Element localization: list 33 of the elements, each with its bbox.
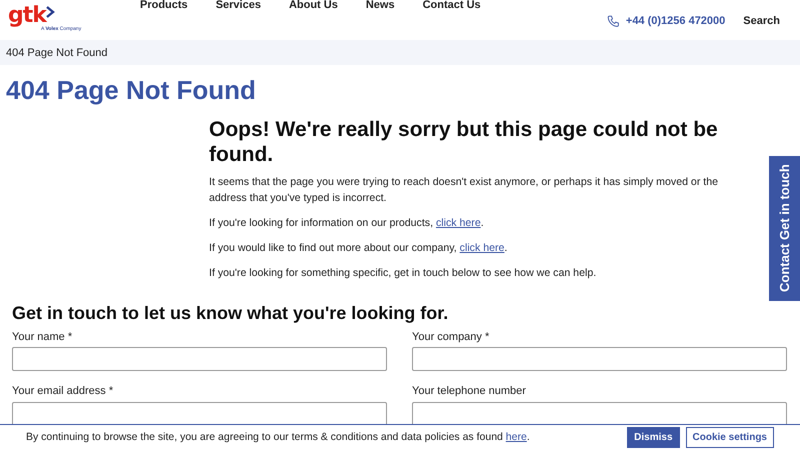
- page-title: 404 Page Not Found: [6, 75, 257, 105]
- field-label: Your company *: [412, 330, 490, 345]
- nav-link[interactable]: About Us: [288, 0, 356, 10]
- text-link[interactable]: here: [506, 430, 527, 443]
- field-label: Your name *: [12, 330, 74, 345]
- nav-link[interactable]: Products: [140, 0, 206, 10]
- logo-text[interactable]: gtk: [8, 6, 46, 26]
- field-label: Your telephone number: [412, 384, 527, 400]
- nav-link[interactable]: Contact Us: [422, 0, 499, 10]
- input-field[interactable]: [412, 347, 787, 372]
- phone-icon: [606, 14, 620, 28]
- chevron-icon: [46, 6, 55, 18]
- text-link[interactable]: click here: [460, 242, 504, 254]
- phone-link[interactable]: +44 (0)1256 472000: [626, 13, 726, 30]
- paragraph: If you're looking for something specific, get in touch below to see how we can help.: [209, 266, 598, 280]
- contact-side-tab[interactable]: Contact Get in touch: [769, 156, 800, 301]
- input-field[interactable]: [412, 402, 787, 426]
- nav-link[interactable]: News: [366, 0, 413, 10]
- paragraph: If you would like to find out more about our company, click here.: [209, 240, 508, 256]
- form-heading: Get in touch to let us know what you're looking for.: [12, 303, 450, 325]
- dismiss-button[interactable]: Dismiss: [627, 427, 680, 448]
- text-link[interactable]: click here: [436, 216, 481, 228]
- paragraph: If you're looking for information on our products, click here.: [209, 216, 485, 230]
- cookie-notice: By continuing to browse the site, you are agreeing to our terms & conditions and data policies as found here.: [26, 430, 531, 445]
- field-label: Your email address *: [12, 384, 114, 400]
- paragraph: It seems that the page you were trying to reach doesn't exist anymore, or perhaps it has simply moved or the address that you've typed is incorrect.: [209, 175, 720, 206]
- message-heading: Oops! We're really sorry but this page could not be found.: [209, 117, 719, 167]
- input-field[interactable]: [12, 402, 387, 426]
- search-link[interactable]: Search: [743, 13, 780, 30]
- nav-link[interactable]: Services: [216, 0, 279, 10]
- breadcrumb: 404 Page Not Found: [6, 47, 108, 59]
- input-field[interactable]: [12, 347, 387, 372]
- cookie-settings-button[interactable]: Cookie settings: [686, 427, 774, 448]
